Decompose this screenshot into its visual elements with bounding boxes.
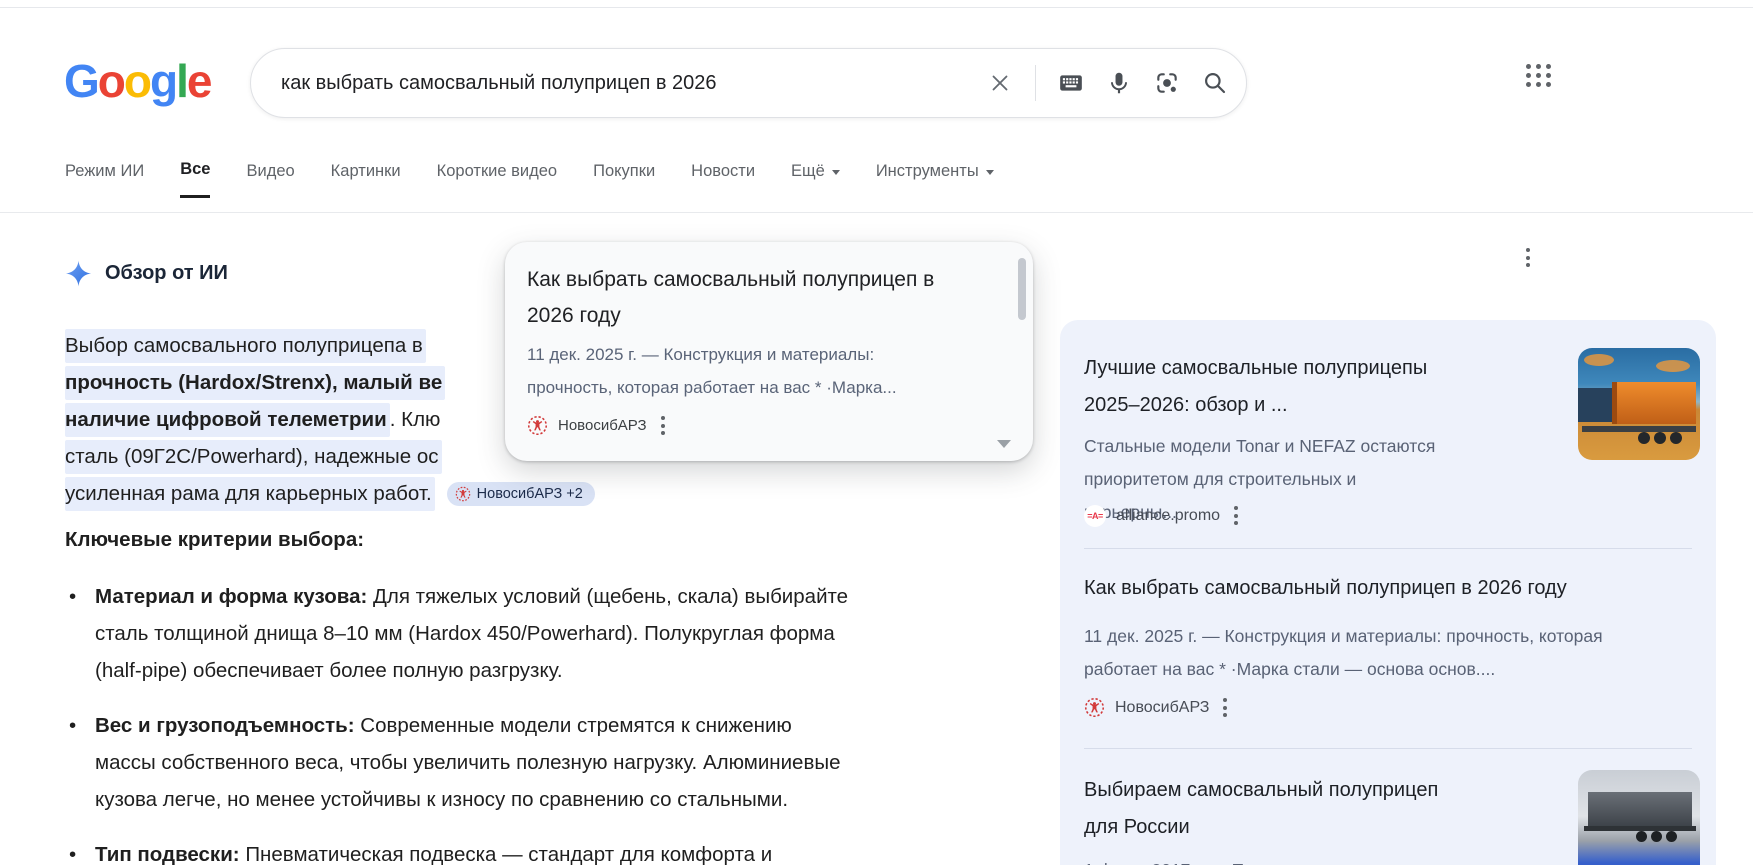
- tab-shopping[interactable]: Покупки: [593, 160, 655, 198]
- search-by-image-icon[interactable]: [1154, 70, 1180, 96]
- popup-scroll-down-icon[interactable]: [997, 440, 1011, 448]
- source-badge[interactable]: НовосибАРЗ +2: [447, 482, 595, 506]
- popup-scrollbar[interactable]: [1018, 258, 1026, 320]
- sidebar-result-snippet: 1 февр. 2017 г. — П...: [1084, 854, 1554, 865]
- sidebar-source-name[interactable]: alliance.promo: [1116, 507, 1220, 525]
- tab-images[interactable]: Картинки: [331, 160, 401, 198]
- popup-source-name[interactable]: НовосибАРЗ: [558, 417, 647, 434]
- search-icon[interactable]: [1202, 70, 1228, 96]
- logo-letter: o: [124, 54, 150, 108]
- sources-sidebar: Лучшие самосвальные полуприцепы 2025–202…: [1060, 320, 1716, 865]
- chevron-down-icon: [832, 170, 840, 175]
- novosibarz-logo-icon: [455, 486, 471, 502]
- ai-bullet-item: Вес и грузоподъемность: Современные моде…: [65, 707, 855, 818]
- sidebar-source-row: НовосибАРЗ: [1084, 694, 1231, 721]
- source-preview-popup: Как выбрать самосвальный полуприцеп в 20…: [505, 242, 1033, 461]
- sidebar-divider: [1084, 748, 1692, 749]
- ai-overview-label: Обзор от ИИ: [105, 262, 228, 285]
- sidebar-result-menu-icon[interactable]: [1230, 502, 1242, 529]
- logo-letter: G: [64, 54, 98, 108]
- sidebar-source-row: =A= alliance.promo: [1084, 502, 1242, 529]
- ai-bullet-item: Тип подвески: Пневматическая подвеска — …: [65, 836, 855, 865]
- ai-overview-header: Обзор от ИИ: [65, 260, 228, 287]
- sidebar-result-title[interactable]: Лучшие самосвальные полуприцепы 2025–202…: [1084, 350, 1464, 424]
- ai-sparkle-icon: [65, 260, 92, 287]
- search-bar-icons: [987, 49, 1228, 117]
- top-divider: [0, 7, 1753, 8]
- sidebar-result-title[interactable]: Выбираем самосвальный полуприцеп для Рос…: [1084, 772, 1464, 846]
- search-input[interactable]: как выбрать самосвальный полуприцеп в 20…: [281, 49, 717, 117]
- alliance-promo-logo-icon: =A=: [1084, 505, 1106, 527]
- search-bar[interactable]: как выбрать самосвальный полуприцеп в 20…: [250, 48, 1247, 118]
- ai-bullet-item: Материал и форма кузова: Для тяжелых усл…: [65, 578, 855, 689]
- source-badge-label: НовосибАРЗ +2: [477, 486, 583, 502]
- tabs-bottom-border: [0, 212, 1753, 213]
- ai-overview-bullets: Материал и форма кузова: Для тяжелых усл…: [65, 578, 855, 865]
- tab-more[interactable]: Ещё: [791, 160, 840, 198]
- ai-overview-subheading: Ключевые критерии выбора:: [65, 528, 364, 552]
- popup-title[interactable]: Как выбрать самосвальный полуприцеп в 20…: [527, 262, 941, 334]
- tab-ai-mode[interactable]: Режим ИИ: [65, 160, 144, 198]
- sidebar-result-snippet: 11 дек. 2025 г. — Конструкция и материал…: [1084, 620, 1604, 686]
- search-bar-divider: [1035, 65, 1036, 101]
- tab-tools[interactable]: Инструменты: [876, 160, 994, 198]
- result-thumbnail-gray-trailer[interactable]: [1578, 770, 1700, 865]
- sidebar-result-menu-icon[interactable]: [1219, 694, 1231, 721]
- logo-letter: l: [176, 54, 187, 108]
- popup-menu-icon[interactable]: [657, 412, 669, 439]
- google-serp-page: Google как выбрать самосвальный полуприц…: [0, 0, 1753, 865]
- sidebar-result-title[interactable]: Как выбрать самосвальный полуприцеп в 20…: [1084, 570, 1684, 607]
- ai-text-line: усиленная рама для карьерных работ. Ново…: [65, 475, 595, 512]
- logo-letter: o: [98, 54, 124, 108]
- popup-source-row: НовосибАРЗ: [527, 412, 669, 439]
- chevron-down-icon: [986, 170, 994, 175]
- sidebar-source-name[interactable]: НовосибАРЗ: [1115, 699, 1209, 717]
- clear-icon[interactable]: [987, 70, 1013, 96]
- tab-video[interactable]: Видео: [246, 160, 294, 198]
- logo-letter: e: [187, 54, 211, 108]
- voice-search-icon[interactable]: [1106, 70, 1132, 96]
- logo-letter: g: [150, 54, 176, 108]
- google-logo[interactable]: Google: [64, 54, 210, 108]
- apps-grid-icon[interactable]: [1526, 64, 1552, 87]
- novosibarz-logo-icon: [527, 415, 548, 436]
- popup-snippet: 11 дек. 2025 г. — Конструкция и материал…: [527, 338, 952, 404]
- tab-all[interactable]: Все: [180, 160, 210, 198]
- novosibarz-logo-icon: [1084, 697, 1105, 718]
- sidebar-divider: [1084, 548, 1692, 549]
- ai-overview-menu-icon[interactable]: [1522, 244, 1534, 271]
- tab-short-videos[interactable]: Короткие видео: [437, 160, 558, 198]
- search-tabs: Режим ИИ Все Видео Картинки Короткие вид…: [65, 160, 994, 198]
- keyboard-icon[interactable]: [1058, 70, 1084, 96]
- result-thumbnail-orange-trailer[interactable]: [1578, 348, 1700, 460]
- tab-news[interactable]: Новости: [691, 160, 755, 198]
